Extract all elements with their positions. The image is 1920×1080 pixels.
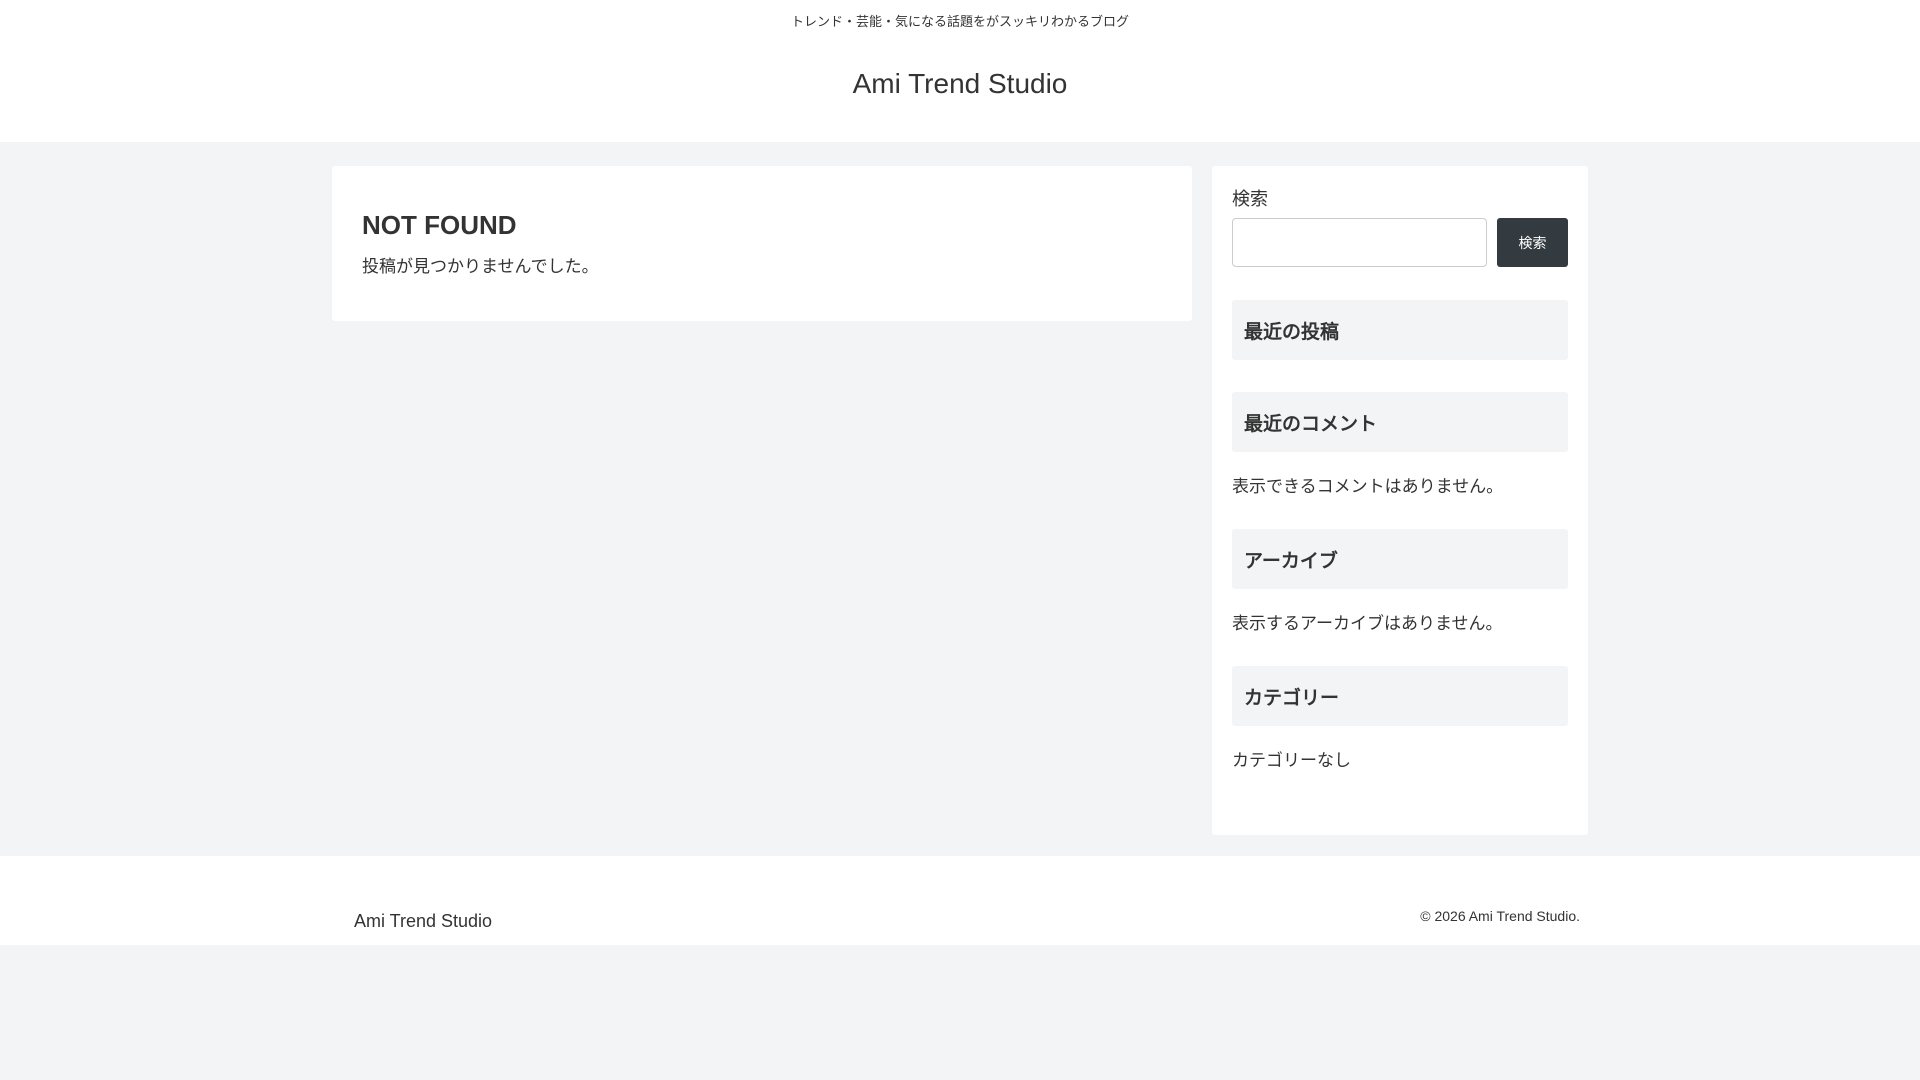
page-title: NOT FOUND (362, 210, 517, 240)
site-title-link[interactable]: Ami Trend Studio (0, 68, 1920, 100)
widget-title: アーカイブ (1232, 529, 1568, 589)
widget-title: 最近の投稿 (1232, 300, 1568, 360)
site-tagline: トレンド・芸能・気になる話題をがスッキリわかるブログ (790, 15, 1129, 30)
footer-site-name[interactable]: Ami Trend Studio (354, 911, 492, 932)
site-footer: Ami Trend Studio © 2026 Ami Trend Studio… (0, 856, 1920, 945)
sidebar: 検索 検索 最近の投稿 最近のコメント 表示できるコメントはありません。 アーカ… (1212, 166, 1588, 835)
widget-text: 表示できるコメントはありません。 (1232, 477, 1504, 497)
widget-categories: カテゴリー カテゴリーなし (1232, 666, 1568, 771)
search-input[interactable] (1232, 218, 1487, 267)
widget-title: カテゴリー (1232, 666, 1568, 726)
widget-recent-comments: 最近のコメント 表示できるコメントはありません。 (1232, 392, 1568, 497)
widget-title: 最近のコメント (1232, 392, 1568, 452)
site-header: トレンド・芸能・気になる話題をがスッキリわかるブログ Ami Trend Stu… (0, 0, 1920, 142)
widget-archives: アーカイブ 表示するアーカイブはありません。 (1232, 529, 1568, 634)
search-button[interactable]: 検索 (1497, 218, 1568, 267)
not-found-card: NOT FOUND 投稿が見つかりませんでした。 (332, 166, 1192, 321)
search-form: 検索 (1232, 218, 1568, 267)
search-label: 検索 (1232, 189, 1268, 210)
widget-text: 表示するアーカイブはありません。 (1232, 614, 1503, 634)
not-found-message: 投稿が見つかりませんでした。 (362, 257, 599, 277)
footer-copyright: © 2026 Ami Trend Studio. (1420, 908, 1580, 924)
widget-recent-posts: 最近の投稿 (1232, 300, 1568, 360)
widget-text: カテゴリーなし (1232, 751, 1351, 771)
